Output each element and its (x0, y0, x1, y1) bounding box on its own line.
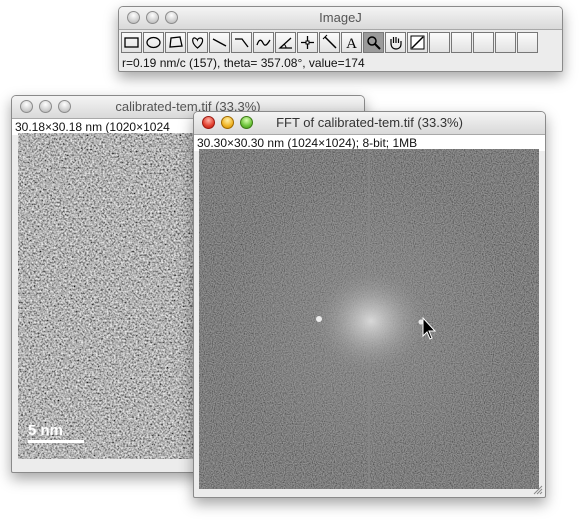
fft-central-glow (313, 269, 429, 373)
polygon-tool-icon (169, 36, 183, 48)
freehand-line-tool-icon (256, 39, 271, 46)
tem-image-canvas[interactable]: 5 nm (18, 133, 202, 459)
imagej-title: ImageJ (319, 10, 362, 25)
empty-tool-slot[interactable] (451, 32, 472, 53)
freehand-tool-button[interactable] (187, 32, 208, 53)
fft-image-window: FFT of calibrated-tem.tif (33.3%) 30.30×… (193, 111, 546, 498)
hand-tool-button[interactable] (385, 32, 406, 53)
status-text: r=0.19 nm/c (157), theta= 357.08°, value… (122, 56, 365, 70)
freehand-line-tool-button[interactable] (253, 32, 274, 53)
imagej-window: ImageJ A r=0.19 nm/c (157), theta= 357.0… (118, 6, 563, 72)
straight-line-tool-icon (212, 38, 227, 47)
oval-tool-icon (146, 36, 161, 49)
fft-spectrum (199, 149, 539, 489)
wand-tool-icon (322, 34, 337, 49)
tool-bar: A (121, 32, 562, 53)
color-picker-tool-button[interactable] (407, 32, 428, 53)
magnifier-tool-button[interactable] (363, 32, 384, 53)
segmented-line-tool-button[interactable] (231, 32, 252, 53)
svg-text:A: A (346, 36, 357, 51)
empty-tool-slot[interactable] (473, 32, 494, 53)
angle-tool-icon (278, 37, 292, 49)
hand-tool-icon (390, 37, 402, 50)
text-tool-icon: A (346, 36, 357, 51)
angle-tool-button[interactable] (275, 32, 296, 53)
straight-line-tool-button[interactable] (209, 32, 230, 53)
point-tool-button[interactable] (297, 32, 318, 53)
empty-tool-slot[interactable] (517, 32, 538, 53)
scale-bar-label: 5 nm (28, 422, 64, 439)
color-picker-tool-icon (410, 35, 425, 50)
rectangle-tool-button[interactable] (121, 32, 142, 53)
scale-bar (28, 440, 84, 443)
rectangle-tool-icon (124, 37, 139, 48)
fft-image-canvas[interactable] (199, 149, 539, 489)
text-tool-button[interactable]: A (341, 32, 362, 53)
resize-grip-icon[interactable] (532, 484, 543, 495)
oval-tool-button[interactable] (143, 32, 164, 53)
empty-tool-slot[interactable] (429, 32, 450, 53)
fft-title: FFT of calibrated-tem.tif (33.3%) (276, 115, 463, 130)
point-tool-icon (301, 36, 314, 49)
freehand-tool-icon (192, 37, 204, 49)
empty-tool-slot[interactable] (495, 32, 516, 53)
imagej-titlebar[interactable]: ImageJ (119, 7, 562, 30)
wand-tool-button[interactable] (319, 32, 340, 53)
segmented-line-tool-icon (235, 38, 249, 48)
polygon-tool-button[interactable] (165, 32, 186, 53)
magnifier-tool-icon (367, 36, 381, 50)
tem-noise-texture (18, 133, 202, 459)
fft-lattice-spot (316, 316, 322, 322)
fft-titlebar[interactable]: FFT of calibrated-tem.tif (33.3%) (194, 112, 545, 135)
